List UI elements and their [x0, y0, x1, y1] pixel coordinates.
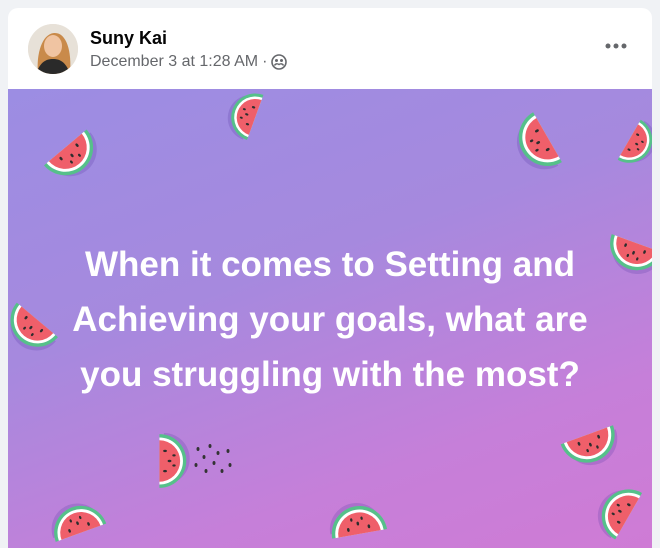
post-timestamp[interactable]: December 3 at 1:28 AM	[90, 53, 258, 71]
post-background[interactable]: When it comes to Setting and Achieving y…	[8, 89, 652, 548]
watermelon-icon	[585, 475, 648, 543]
watermelon-icon	[502, 109, 567, 181]
post-header: Suny Kai December 3 at 1:28 AM ·	[8, 8, 652, 90]
post-text-line: When it comes to Setting and	[84, 245, 576, 284]
watermelon-icon	[40, 125, 110, 193]
post-text-line: Achieving your goals, what are	[72, 300, 588, 339]
post-text: When it comes to Setting and Achieving y…	[28, 237, 632, 402]
watermelon-icon	[325, 494, 389, 543]
watermelon-icon	[43, 491, 109, 548]
avatar[interactable]	[28, 24, 78, 74]
post-card: Suny Kai December 3 at 1:28 AM · When it…	[8, 8, 652, 548]
meta-separator: ·	[262, 53, 268, 70]
author-name[interactable]: Suny Kai	[90, 28, 167, 49]
friends-icon[interactable]	[271, 54, 288, 70]
watermelon-icon	[216, 89, 271, 143]
seeds-icon	[194, 444, 232, 473]
avatar-image	[28, 24, 78, 74]
watermelon-icon	[613, 117, 652, 176]
more-dots-icon	[605, 43, 627, 49]
post-text-line: you struggling with the most?	[80, 355, 580, 394]
more-options-button[interactable]	[600, 32, 632, 60]
watermelon-icon	[558, 420, 626, 477]
post-meta: December 3 at 1:28 AM ·	[90, 53, 288, 71]
